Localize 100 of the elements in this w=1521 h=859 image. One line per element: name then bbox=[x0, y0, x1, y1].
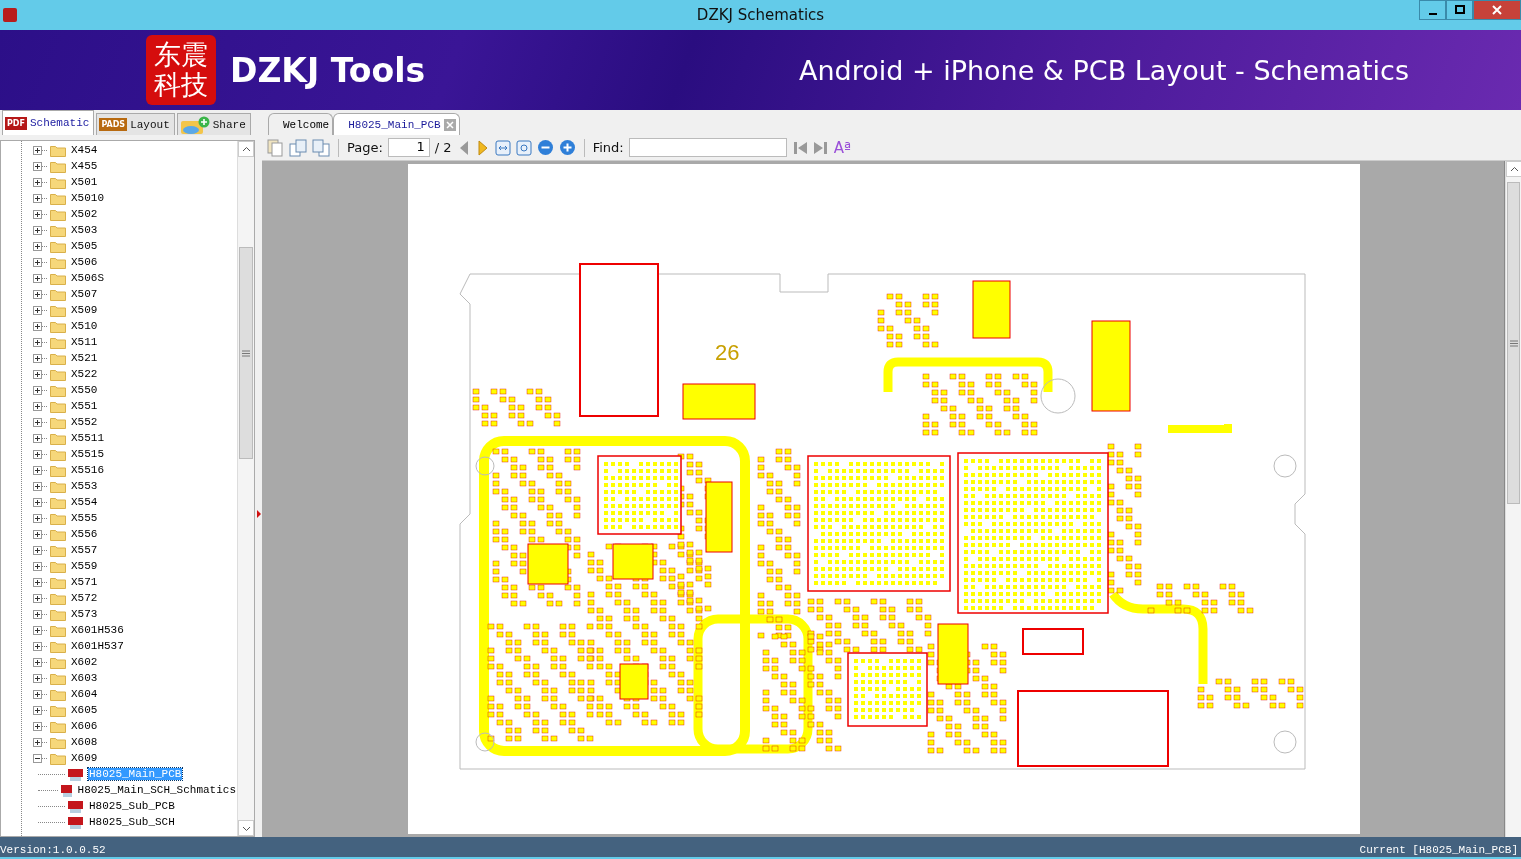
tree-item[interactable]: X571 bbox=[70, 576, 99, 588]
expand-icon[interactable] bbox=[33, 161, 42, 171]
tree-item[interactable]: X603 bbox=[70, 672, 99, 684]
grip-icon[interactable] bbox=[1509, 339, 1518, 347]
expand-icon[interactable] bbox=[33, 337, 42, 347]
tree-item[interactable]: X551 bbox=[70, 400, 99, 412]
tree-item[interactable]: X503 bbox=[70, 224, 99, 236]
tree-item[interactable]: X5516 bbox=[70, 464, 105, 476]
expand-icon[interactable] bbox=[33, 353, 42, 363]
splitter-arrow-icon[interactable] bbox=[256, 509, 261, 518]
scroll-down-icon[interactable] bbox=[238, 820, 254, 836]
fit-width-icon[interactable] bbox=[494, 139, 511, 156]
expand-icon[interactable] bbox=[33, 513, 42, 523]
document-tab[interactable]: H8025_Main_PCB bbox=[333, 113, 460, 135]
expand-icon[interactable] bbox=[33, 657, 42, 667]
tree-item[interactable]: X606 bbox=[70, 720, 99, 732]
scroll-up-icon[interactable] bbox=[1506, 161, 1521, 177]
expand-icon[interactable] bbox=[33, 561, 42, 571]
tree-item[interactable]: H8025_Sub_PCB bbox=[88, 800, 176, 812]
tree-item[interactable]: X521 bbox=[70, 352, 99, 364]
tree-item[interactable]: X506S bbox=[70, 272, 105, 284]
panel-tab[interactable]: PADS Layout bbox=[96, 113, 175, 135]
expand-icon[interactable] bbox=[33, 289, 42, 299]
highlight-button[interactable]: Aª bbox=[833, 138, 851, 157]
tree-item[interactable]: X601H537 bbox=[70, 640, 125, 652]
tree-item[interactable]: X505 bbox=[70, 240, 99, 252]
expand-icon[interactable] bbox=[33, 401, 42, 411]
expand-icon[interactable] bbox=[33, 593, 42, 603]
tree-item[interactable]: X609 bbox=[70, 752, 99, 764]
tree-item[interactable]: X502 bbox=[70, 208, 99, 220]
expand-icon[interactable] bbox=[33, 321, 42, 331]
zoom-in-icon[interactable] bbox=[558, 139, 576, 156]
expand-icon[interactable] bbox=[33, 193, 42, 203]
maximize-button[interactable] bbox=[1446, 0, 1473, 20]
expand-icon[interactable] bbox=[33, 625, 42, 635]
tree-item[interactable]: X605 bbox=[70, 704, 99, 716]
tree-item[interactable]: X552 bbox=[70, 416, 99, 428]
expand-icon[interactable] bbox=[33, 673, 42, 683]
tree-item[interactable]: X556 bbox=[70, 528, 99, 540]
tree-item[interactable]: X5515 bbox=[70, 448, 105, 460]
expand-icon[interactable] bbox=[33, 369, 42, 379]
expand-icon[interactable] bbox=[33, 433, 42, 443]
panel-tab[interactable]: Share bbox=[176, 113, 251, 135]
tree-item[interactable]: X559 bbox=[70, 560, 99, 572]
tree-item[interactable]: X555 bbox=[70, 512, 99, 524]
expand-icon[interactable] bbox=[33, 449, 42, 459]
tree-item[interactable]: X5010 bbox=[70, 192, 105, 204]
expand-icon[interactable] bbox=[33, 225, 42, 235]
tree-item[interactable]: X507 bbox=[70, 288, 99, 300]
expand-icon[interactable] bbox=[33, 145, 42, 155]
tree-item[interactable]: H8025_Sub_SCH bbox=[88, 816, 176, 828]
scroll-up-icon[interactable] bbox=[238, 141, 254, 157]
find-field[interactable] bbox=[628, 138, 787, 157]
expand-icon[interactable] bbox=[33, 609, 42, 619]
collapse-icon[interactable] bbox=[33, 753, 42, 763]
expand-icon[interactable] bbox=[33, 641, 42, 651]
tree-item[interactable]: X509 bbox=[70, 304, 99, 316]
tree-item[interactable]: X573 bbox=[70, 608, 99, 620]
expand-icon[interactable] bbox=[33, 177, 42, 187]
tree-item[interactable]: X455 bbox=[70, 160, 99, 172]
expand-icon[interactable] bbox=[33, 721, 42, 731]
grip-icon[interactable] bbox=[242, 349, 250, 357]
minimize-button[interactable] bbox=[1419, 0, 1446, 20]
expand-icon[interactable] bbox=[33, 209, 42, 219]
tree-item[interactable]: X604 bbox=[70, 688, 99, 700]
expand-icon[interactable] bbox=[33, 241, 42, 251]
tree-item[interactable]: X557 bbox=[70, 544, 99, 556]
tree-item[interactable]: X608 bbox=[70, 736, 99, 748]
page-field[interactable]: 1 bbox=[387, 138, 430, 157]
tree-item[interactable]: X553 bbox=[70, 480, 99, 492]
expand-icon[interactable] bbox=[33, 529, 42, 539]
expand-icon[interactable] bbox=[33, 305, 42, 315]
tree-item[interactable]: X550 bbox=[70, 384, 99, 396]
tree-item[interactable]: X5511 bbox=[70, 432, 105, 444]
zoom-out-icon[interactable] bbox=[536, 139, 554, 156]
tree-item[interactable]: H8025_Main_SCH_Schmatics bbox=[76, 784, 237, 796]
document-tab[interactable]: Welcome bbox=[268, 113, 334, 135]
fit-page-icon[interactable] bbox=[515, 139, 532, 156]
tree-item[interactable]: X511 bbox=[70, 336, 99, 348]
tree-item[interactable]: X601H536 bbox=[70, 624, 125, 636]
expand-icon[interactable] bbox=[33, 705, 42, 715]
expand-icon[interactable] bbox=[33, 385, 42, 395]
scrollbar[interactable] bbox=[237, 141, 254, 836]
expand-icon[interactable] bbox=[33, 737, 42, 747]
expand-icon[interactable] bbox=[33, 497, 42, 507]
expand-icon[interactable] bbox=[33, 273, 42, 283]
expand-icon[interactable] bbox=[33, 481, 42, 491]
expand-icon[interactable] bbox=[33, 577, 42, 587]
tree-item[interactable]: X554 bbox=[70, 496, 99, 508]
expand-icon[interactable] bbox=[33, 257, 42, 267]
expand-icon[interactable] bbox=[33, 545, 42, 555]
expand-icon[interactable] bbox=[33, 465, 42, 475]
scrollbar[interactable] bbox=[1505, 161, 1521, 837]
tree-item[interactable]: X602 bbox=[70, 656, 99, 668]
tree-item[interactable]: X506 bbox=[70, 256, 99, 268]
panel-tab[interactable]: PDF Schematic bbox=[2, 110, 95, 135]
tree-item[interactable]: X501 bbox=[70, 176, 99, 188]
expand-icon[interactable] bbox=[33, 417, 42, 427]
expand-icon[interactable] bbox=[33, 689, 42, 699]
tree-item[interactable]: X522 bbox=[70, 368, 99, 380]
